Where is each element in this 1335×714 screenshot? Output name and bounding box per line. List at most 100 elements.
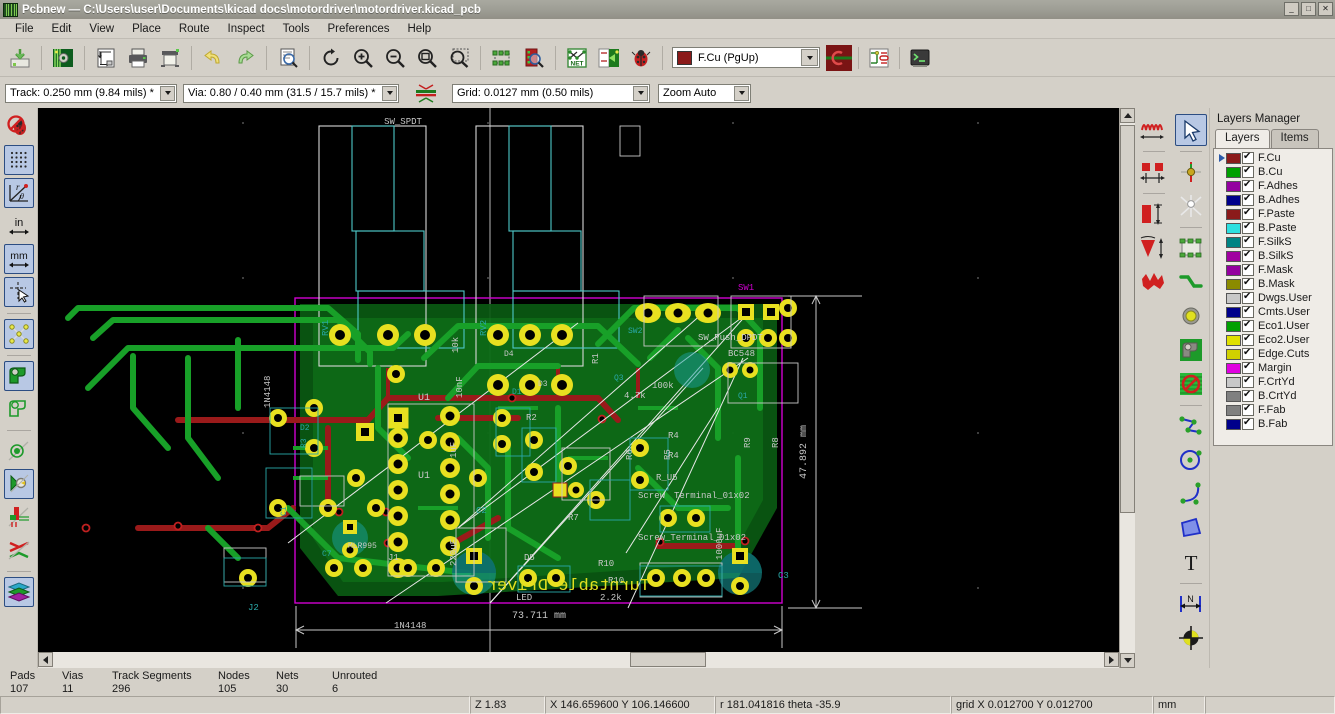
layer-color-swatch[interactable] — [1226, 236, 1241, 248]
layer-row-f-silks[interactable]: F.SilkS — [1214, 235, 1332, 249]
layer-visibility-checkbox[interactable] — [1242, 319, 1254, 332]
graphic-sketch-toggle[interactable] — [4, 535, 34, 565]
layer-color-swatch[interactable] — [1226, 250, 1241, 262]
layer-row-b-mask[interactable]: B.Mask — [1214, 277, 1332, 291]
menu-help[interactable]: Help — [399, 21, 441, 37]
layer-color-swatch[interactable] — [1226, 390, 1241, 402]
menu-route[interactable]: Route — [170, 21, 219, 37]
layer-color-swatch[interactable] — [1226, 264, 1241, 276]
scroll-right-button[interactable] — [1104, 652, 1119, 667]
layer-color-swatch[interactable] — [1226, 208, 1241, 220]
contrast-mode-toggle[interactable] — [3, 577, 34, 607]
draw-arc-tool[interactable] — [1175, 478, 1207, 510]
layer-row-eco2-user[interactable]: Eco2.User — [1214, 333, 1332, 347]
layer-visibility-checkbox[interactable] — [1242, 347, 1254, 360]
layer-color-swatch[interactable] — [1226, 376, 1241, 388]
track-via-size-button[interactable] — [413, 81, 439, 105]
track-width-selector[interactable]: Track: 0.250 mm (9.84 mils) * — [5, 83, 177, 103]
local-ratsnest-tool[interactable] — [1175, 156, 1207, 188]
layer-color-swatch[interactable] — [1226, 292, 1241, 304]
layer-visibility-checkbox[interactable] — [1242, 221, 1254, 234]
units-mm-button[interactable]: mm — [3, 244, 34, 274]
layer-visibility-checkbox[interactable] — [1242, 389, 1254, 402]
layer-row-cmts-user[interactable]: Cmts.User — [1214, 305, 1332, 319]
layer-row-f-fab[interactable]: F.Fab — [1214, 403, 1332, 417]
menu-view[interactable]: View — [80, 21, 123, 37]
microwave-stub-arc-button[interactable] — [1138, 232, 1170, 264]
canvas-horizontal-scrollbar[interactable] — [38, 652, 1119, 668]
pcb-canvas[interactable]: SW_SPDT RV1 RV2 10k U1 U1 1N4148 D2 10nF… — [38, 108, 1135, 668]
board-setup-button[interactable] — [48, 43, 78, 73]
place-footprint-tool[interactable] — [1175, 232, 1207, 264]
undo-button[interactable] — [198, 43, 228, 73]
zoom-selector[interactable]: Zoom Auto — [658, 83, 751, 103]
layer-visibility-checkbox[interactable] — [1242, 291, 1254, 304]
horizontal-scroll-thumb[interactable] — [630, 652, 706, 667]
pcb-drawing[interactable]: SW_SPDT RV1 RV2 10k U1 U1 1N4148 D2 10nF… — [38, 108, 1135, 668]
minimize-button[interactable]: _ — [1284, 2, 1299, 16]
zone-outline-mode[interactable] — [4, 394, 34, 424]
layer-color-swatch[interactable] — [1226, 180, 1241, 192]
track-sketch-toggle[interactable] — [4, 502, 34, 532]
layer-visibility-checkbox[interactable] — [1242, 165, 1254, 178]
layer-color-swatch[interactable] — [1226, 320, 1241, 332]
update-netlist-button[interactable]: NET — [562, 43, 592, 73]
chevron-down-icon[interactable] — [734, 85, 749, 101]
draw-circle-tool[interactable] — [1175, 444, 1207, 476]
layer-color-swatch[interactable] — [1226, 278, 1241, 290]
print-button[interactable] — [123, 43, 153, 73]
via-size-selector[interactable]: Via: 0.80 / 0.40 mm (31.5 / 15.7 mils) * — [183, 83, 399, 103]
add-text-tool[interactable]: T — [1175, 546, 1207, 578]
layer-color-swatch[interactable] — [1226, 348, 1241, 360]
add-dimension-tool[interactable]: N — [1175, 588, 1207, 620]
layer-color-swatch[interactable] — [1226, 404, 1241, 416]
layer-row-f-mask[interactable]: F.Mask — [1214, 263, 1332, 277]
menu-tools[interactable]: Tools — [274, 21, 319, 37]
tab-items[interactable]: Items — [1270, 129, 1319, 148]
layer-visibility-checkbox[interactable] — [1242, 179, 1254, 192]
highlight-net-tool[interactable] — [1175, 190, 1207, 222]
layer-visibility-checkbox[interactable] — [1242, 375, 1254, 388]
layer-visibility-checkbox[interactable] — [1242, 333, 1254, 346]
layer-visibility-checkbox[interactable] — [1242, 249, 1254, 262]
layers-list[interactable]: F.Cu B.Cu F.Adhes B.Adhes F.Paste B.Paste F.Si… — [1213, 148, 1333, 446]
grid-selector[interactable]: Grid: 0.0127 mm (0.50 mils) — [452, 83, 650, 103]
layer-visibility-checkbox[interactable] — [1242, 305, 1254, 318]
layer-color-swatch[interactable] — [1226, 418, 1241, 430]
layer-visibility-checkbox[interactable] — [1242, 207, 1254, 220]
layer-color-swatch[interactable] — [1226, 152, 1241, 164]
full-crosshair-toggle[interactable] — [3, 277, 34, 307]
draw-rect-tool[interactable] — [1175, 512, 1207, 544]
ratsnest-toggle[interactable] — [3, 319, 34, 349]
chevron-down-icon[interactable] — [160, 85, 175, 101]
page-settings-button[interactable] — [91, 43, 121, 73]
microwave-gap-button[interactable] — [1138, 156, 1170, 188]
layer-row-b-silks[interactable]: B.SilkS — [1214, 249, 1332, 263]
layer-visibility-checkbox[interactable] — [1242, 193, 1254, 206]
microwave-stub-button[interactable] — [1138, 198, 1170, 230]
drc-warnings-toggle[interactable] — [4, 112, 34, 142]
layer-row-b-cu[interactable]: B.Cu — [1214, 165, 1332, 179]
layer-color-swatch[interactable] — [1226, 306, 1241, 318]
zoom-in-button[interactable] — [348, 43, 378, 73]
active-layer-selector[interactable]: F.Cu (PgUp) — [672, 47, 820, 68]
add-zone-tool[interactable] — [1175, 334, 1207, 366]
draw-polygon-tool[interactable] — [1175, 410, 1207, 442]
find-button[interactable] — [273, 43, 303, 73]
layer-color-swatch[interactable] — [1226, 194, 1241, 206]
layer-color-swatch[interactable] — [1226, 362, 1241, 374]
canvas-vertical-scrollbar[interactable] — [1119, 108, 1135, 668]
chevron-down-icon[interactable] — [801, 49, 818, 66]
layer-visibility-checkbox[interactable] — [1242, 361, 1254, 374]
menu-inspect[interactable]: Inspect — [219, 21, 274, 37]
layer-visibility-checkbox[interactable] — [1242, 417, 1254, 430]
refresh-button[interactable] — [316, 43, 346, 73]
grid-visibility-toggle[interactable] — [3, 145, 34, 175]
layer-row-b-crtyd[interactable]: B.CrtYd — [1214, 389, 1332, 403]
close-button[interactable]: ✕ — [1318, 2, 1333, 16]
zoom-out-button[interactable] — [380, 43, 410, 73]
layer-row-f-cu[interactable]: F.Cu — [1214, 151, 1332, 165]
redo-button[interactable] — [230, 43, 260, 73]
layer-visibility-checkbox[interactable] — [1242, 235, 1254, 248]
zoom-fit-button[interactable] — [412, 43, 442, 73]
